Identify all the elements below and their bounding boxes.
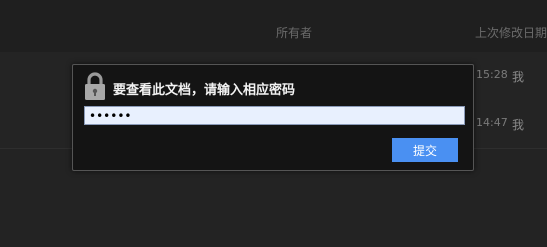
page: 所有者 上次修改日期 15:28 我 14:47 我 要查看此文档，请输入相应密…: [0, 0, 547, 247]
column-header-owner[interactable]: 所有者: [276, 24, 312, 41]
row-modified-time: 15:28: [476, 68, 508, 81]
row-owner: 我: [512, 70, 525, 84]
password-dialog: 要查看此文档，请输入相应密码 提交: [72, 64, 474, 171]
column-header-modified[interactable]: 上次修改日期: [475, 24, 547, 41]
row-modified-time: 14:47: [476, 116, 508, 129]
file-list-header: 所有者 上次修改日期: [0, 0, 547, 53]
lock-icon: [84, 71, 106, 101]
dialog-title: 要查看此文档，请输入相应密码: [113, 83, 296, 98]
submit-button[interactable]: 提交: [392, 138, 458, 162]
row-owner: 我: [512, 118, 525, 132]
password-input[interactable]: [84, 106, 465, 125]
